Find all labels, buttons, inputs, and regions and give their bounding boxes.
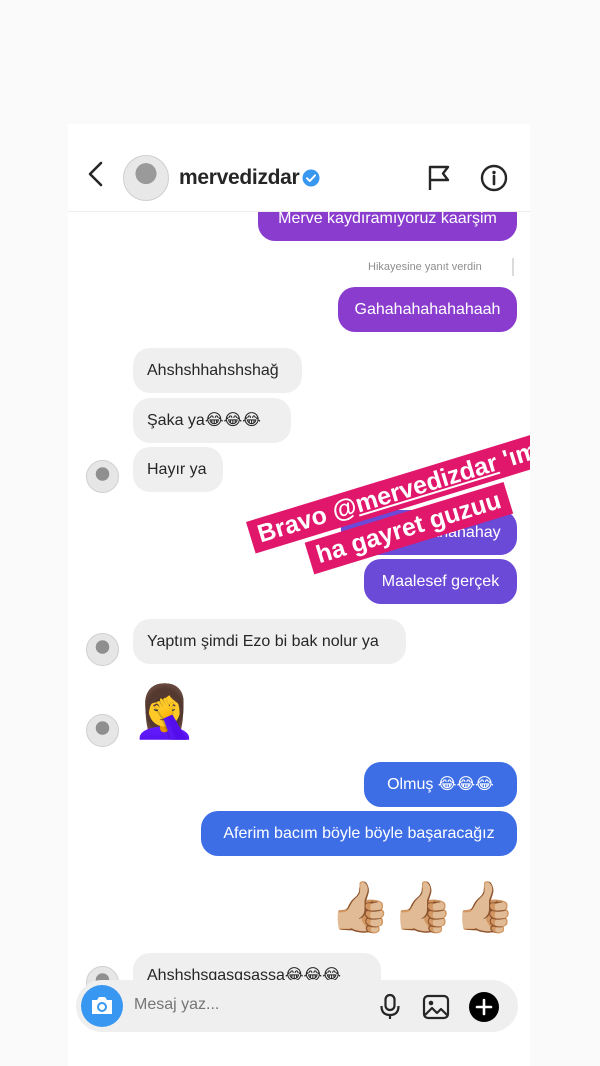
verified-badge-icon — [302, 169, 320, 187]
microphone-icon[interactable] — [378, 993, 402, 1021]
message-bubble-outgoing[interactable]: Gahahahahahahaah — [338, 287, 517, 332]
back-arrow-icon[interactable] — [84, 160, 108, 188]
message-bubble-outgoing[interactable]: Olmuş 😂😂😂 — [364, 762, 517, 807]
sender-avatar[interactable] — [86, 633, 119, 666]
chat-header: mervedizdar — [68, 124, 530, 212]
plus-icon — [475, 998, 493, 1016]
thumbs-up-emoji-message[interactable]: 👍🏼👍🏼👍🏼 — [329, 877, 516, 937]
sender-avatar[interactable] — [86, 714, 119, 747]
message-bubble-outgoing[interactable]: Maalesef gerçek — [364, 559, 517, 604]
add-button[interactable] — [469, 992, 499, 1022]
profile-avatar[interactable] — [123, 155, 169, 201]
story-reply-bar — [512, 258, 514, 276]
message-bubble-incoming[interactable]: Hayır ya — [133, 447, 223, 492]
flag-report-icon[interactable] — [426, 164, 452, 192]
message-input[interactable] — [134, 996, 354, 1014]
facepalm-emoji-message[interactable]: 🤦‍♀️ — [132, 679, 197, 745]
camera-icon — [92, 997, 112, 1014]
gallery-icon[interactable] — [422, 993, 450, 1021]
direct-message-screen: mervedizdar Merve kaydıramıyoruz kaarşim… — [68, 124, 530, 1066]
sender-avatar[interactable] — [86, 460, 119, 493]
message-bubble-incoming[interactable]: Yaptım şimdi Ezo bi bak nolur ya — [133, 619, 406, 664]
story-reply-note: Hikayesine yanıt verdin — [368, 261, 482, 273]
message-composer — [76, 980, 518, 1032]
username[interactable]: mervedizdar — [179, 166, 300, 190]
camera-button[interactable] — [81, 985, 123, 1027]
message-bubble-incoming[interactable]: Ahshshhahshshağ — [133, 348, 302, 393]
message-bubble-outgoing[interactable]: Aferim bacım böyle böyle başaracağız — [201, 811, 517, 856]
message-bubble-incoming[interactable]: Şaka ya😂😂😂 — [133, 398, 291, 443]
info-icon[interactable] — [480, 164, 508, 192]
